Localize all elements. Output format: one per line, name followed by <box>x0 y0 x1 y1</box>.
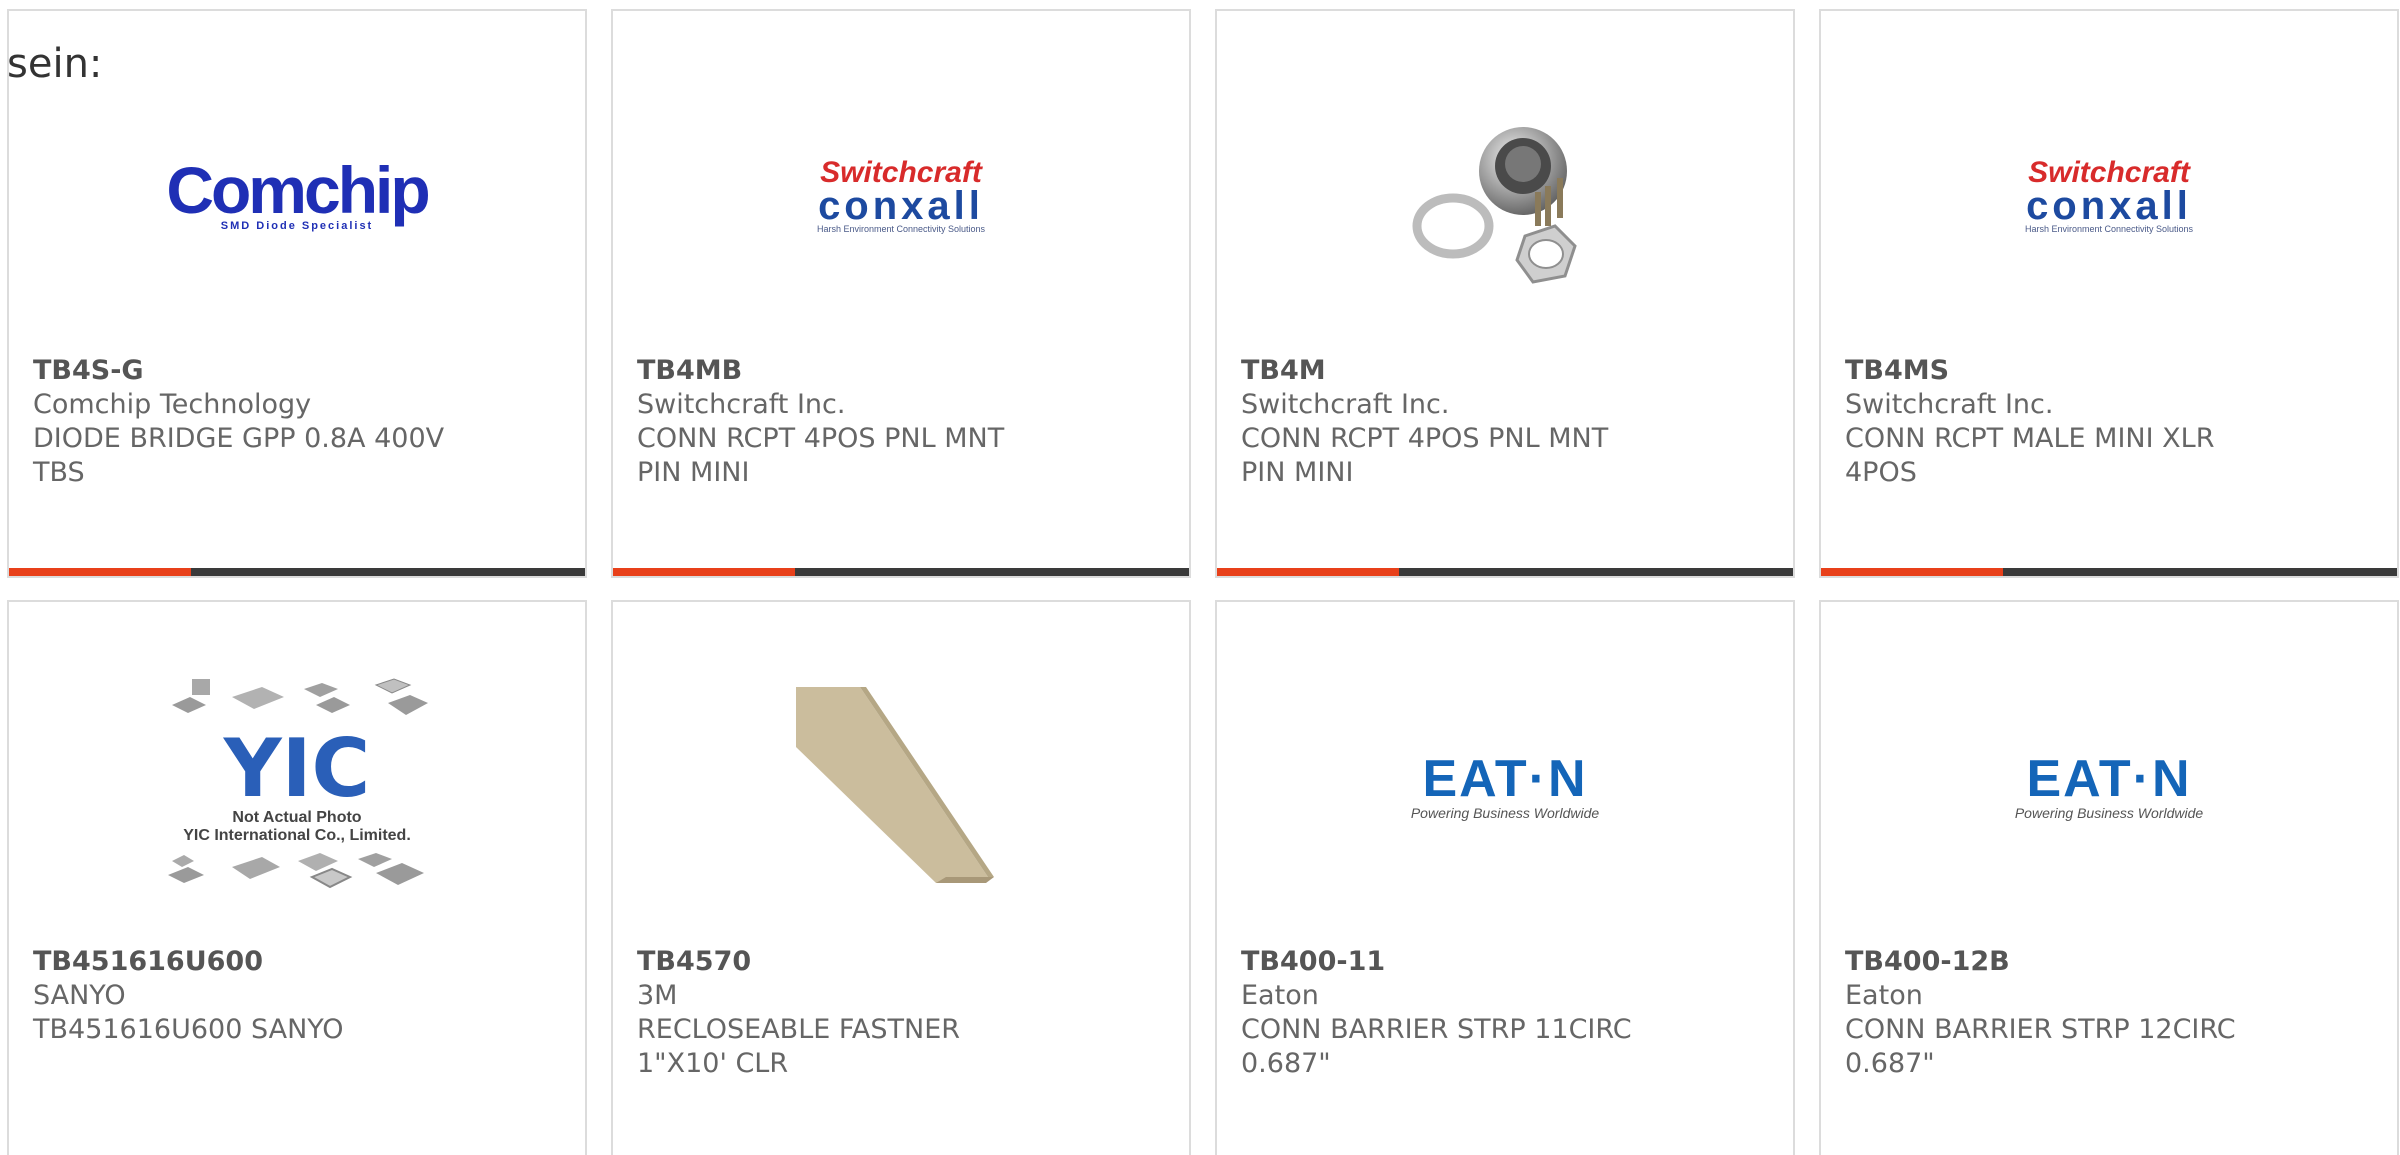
tape-photo <box>796 687 1006 887</box>
yic-caption-2: YIC International Co., Limited. <box>183 827 411 844</box>
product-card[interactable]: Switchcraft conxall Harsh Environment Co… <box>1819 9 2399 578</box>
product-grid: Comchip SMD Diode Specialist TB4S-G Comc… <box>7 9 2400 1155</box>
card-accent-bar <box>1821 568 2003 576</box>
product-info: TB400-11 Eaton CONN BARRIER STRP 11CIRC … <box>1241 945 1661 1081</box>
part-number-link[interactable]: TB400-11 <box>1241 945 1661 979</box>
description: CONN BARRIER STRP 12CIRC 0.687" <box>1845 1014 2236 1079</box>
part-number-link[interactable]: TB4MS <box>1845 354 2265 388</box>
product-info: TB451616U600 SANYO TB451616U600 SANYO <box>33 945 453 1047</box>
card-bottom-bar <box>1217 568 1793 576</box>
part-number-link[interactable]: TB400-12B <box>1845 945 2265 979</box>
product-image[interactable]: Comchip SMD Diode Specialist <box>9 71 585 321</box>
description: CONN RCPT MALE MINI XLR 4POS <box>1845 423 2215 488</box>
eaton-logo: EAT·N Powering Business Worldwide <box>2014 750 2204 821</box>
description: CONN RCPT 4POS PNL MNT PIN MINI <box>1241 423 1609 488</box>
description: DIODE BRIDGE GPP 0.8A 400V TBS <box>33 423 445 488</box>
card-bottom-bar <box>1821 568 2397 576</box>
switchcraft-logo: Switchcraft conxall Harsh Environment Co… <box>816 156 986 235</box>
manufacturer: Switchcraft Inc. <box>637 389 846 420</box>
connector-photo <box>1412 127 1577 284</box>
product-image[interactable]: YIC Not Actual Photo YIC International C… <box>9 662 585 912</box>
card-accent-bar <box>9 568 191 576</box>
product-info: TB400-12B Eaton CONN BARRIER STRP 12CIRC… <box>1845 945 2265 1081</box>
part-number-link[interactable]: TB451616U600 <box>33 945 453 979</box>
product-card[interactable]: TB4570 3M RECLOSEABLE FASTNER 1"X10' CLR <box>611 600 1191 1155</box>
product-info: TB4MB Switchcraft Inc. CONN RCPT 4POS PN… <box>637 354 1057 490</box>
part-number-link[interactable]: TB4MB <box>637 354 1057 388</box>
chip-icons-bottom <box>168 853 424 889</box>
yic-placeholder: YIC Not Actual Photo YIC International C… <box>162 675 432 899</box>
product-info: TB4M Switchcraft Inc. CONN RCPT 4POS PNL… <box>1241 354 1661 490</box>
product-card[interactable]: TB4M Switchcraft Inc. CONN RCPT 4POS PNL… <box>1215 9 1795 578</box>
page: sein: Comchip SMD Diode Specialist TB4S-… <box>0 0 2400 1155</box>
product-image[interactable] <box>1217 71 1793 321</box>
switchcraft-logo: Switchcraft conxall Harsh Environment Co… <box>2024 156 2194 235</box>
product-card[interactable]: YIC Not Actual Photo YIC International C… <box>7 600 587 1155</box>
manufacturer: Comchip Technology <box>33 389 312 420</box>
manufacturer: Switchcraft Inc. <box>1845 389 2054 420</box>
intro-text: sein: <box>7 41 103 87</box>
product-info: TB4570 3M RECLOSEABLE FASTNER 1"X10' CLR <box>637 945 1057 1081</box>
product-image[interactable]: Switchcraft conxall Harsh Environment Co… <box>1821 71 2397 321</box>
product-image[interactable]: EAT·N Powering Business Worldwide <box>1217 662 1793 912</box>
description: TB451616U600 SANYO <box>33 1014 344 1045</box>
yic-caption-1: Not Actual Photo <box>232 809 362 826</box>
card-bottom-bar <box>9 568 585 576</box>
product-card[interactable]: EAT·N Powering Business Worldwide TB400-… <box>1215 600 1795 1155</box>
product-info: TB4S-G Comchip Technology DIODE BRIDGE G… <box>33 354 453 490</box>
part-number-link[interactable]: TB4S-G <box>33 354 453 388</box>
description: CONN RCPT 4POS PNL MNT PIN MINI <box>637 423 1005 488</box>
manufacturer: Eaton <box>1241 980 1319 1011</box>
product-image[interactable]: EAT·N Powering Business Worldwide <box>1821 662 2397 912</box>
product-card[interactable]: EAT·N Powering Business Worldwide TB400-… <box>1819 600 2399 1155</box>
card-accent-bar <box>613 568 795 576</box>
manufacturer: Switchcraft Inc. <box>1241 389 1450 420</box>
card-accent-bar <box>1217 568 1399 576</box>
product-card[interactable]: Comchip SMD Diode Specialist TB4S-G Comc… <box>7 9 587 578</box>
product-image[interactable]: Switchcraft conxall Harsh Environment Co… <box>613 71 1189 321</box>
part-number-link[interactable]: TB4M <box>1241 354 1661 388</box>
description: RECLOSEABLE FASTNER 1"X10' CLR <box>637 1014 961 1079</box>
manufacturer: SANYO <box>33 980 126 1011</box>
manufacturer: Eaton <box>1845 980 1923 1011</box>
card-bottom-bar <box>613 568 1189 576</box>
comchip-logo: Comchip SMD Diode Specialist <box>166 153 430 232</box>
yic-logo: YIC <box>223 722 371 815</box>
part-number-link[interactable]: TB4570 <box>637 945 1057 979</box>
manufacturer: 3M <box>637 980 678 1011</box>
eaton-logo: EAT·N Powering Business Worldwide <box>1410 750 1600 821</box>
product-card[interactable]: Switchcraft conxall Harsh Environment Co… <box>611 9 1191 578</box>
product-info: TB4MS Switchcraft Inc. CONN RCPT MALE MI… <box>1845 354 2265 490</box>
product-image[interactable] <box>613 662 1189 912</box>
description: CONN BARRIER STRP 11CIRC 0.687" <box>1241 1014 1632 1079</box>
chip-icons-top <box>172 678 428 715</box>
